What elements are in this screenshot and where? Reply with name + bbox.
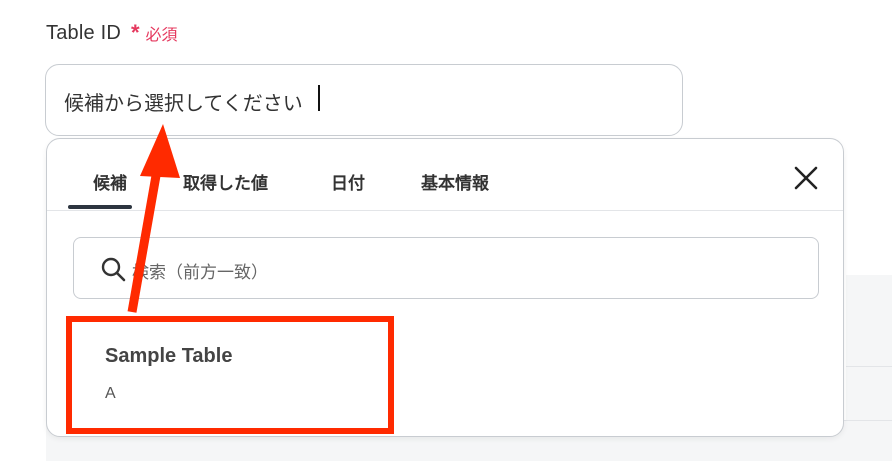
tab-date[interactable]: 日付 [331,169,365,194]
table-id-input[interactable]: 候補から選択してください [45,64,683,136]
annotation-highlight-box [66,316,394,434]
tab-bar: 候補 取得した値 日付 基本情報 [47,139,843,211]
tab-candidates[interactable]: 候補 [93,169,127,194]
close-icon [794,166,818,190]
search-input[interactable]: 検索（前方一致） [73,237,819,299]
required-asterisk: * [130,20,140,45]
table-id-input-value: 候補から選択してください [64,93,303,115]
tab-basic-info[interactable]: 基本情報 [421,169,489,194]
active-tab-indicator [68,205,132,209]
search-placeholder: 検索（前方一致） [132,263,268,282]
field-label: Table ID [46,21,121,44]
field-label-row: Table ID * 必須 [46,20,178,46]
tab-acquired-values[interactable]: 取得した値 [183,169,268,194]
required-badge: 必須 [145,27,178,44]
text-caret [318,85,320,111]
close-button[interactable] [791,163,821,193]
search-icon [101,257,126,282]
divider [846,366,892,367]
background-panel [846,275,892,440]
